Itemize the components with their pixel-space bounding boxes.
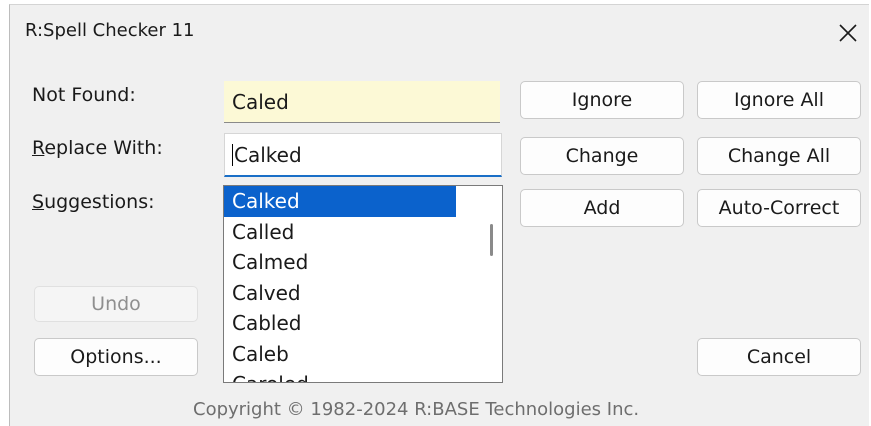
replace-with-value: Calked [234, 143, 302, 167]
text-caret [232, 144, 233, 166]
options-button[interactable]: Options... [34, 338, 198, 376]
cancel-button[interactable]: Cancel [697, 338, 861, 376]
suggestion-item[interactable]: Calked [224, 186, 456, 217]
dialog-title: R:Spell Checker 11 [25, 20, 195, 41]
suggestion-item[interactable]: Called [224, 217, 456, 248]
replace-with-accelerator: R [32, 137, 45, 159]
add-button[interactable]: Add [520, 189, 684, 227]
copyright-text: Copyright © 1982-2024 R:BASE Technologie… [193, 399, 640, 420]
suggestion-item[interactable]: Caleb [224, 339, 456, 370]
screen: R:Spell Checker 11 Not Found: Caled Repl… [0, 0, 871, 426]
change-button[interactable]: Change [520, 137, 684, 175]
ignore-button[interactable]: Ignore [520, 81, 684, 119]
replace-with-input[interactable]: Calked [224, 133, 502, 177]
ignore-all-button[interactable]: Ignore All [697, 81, 861, 119]
suggestion-item[interactable]: Caroled [224, 369, 456, 382]
replace-with-label: Replace With: [32, 137, 163, 159]
list-scrollbar-thumb[interactable] [490, 224, 493, 256]
auto-correct-button[interactable]: Auto-Correct [697, 189, 861, 227]
suggestions-label: Suggestions: [32, 191, 155, 213]
suggestion-item[interactable]: Calmed [224, 247, 456, 278]
suggestions-label-text: uggestions: [44, 191, 155, 213]
spell-checker-dialog: R:Spell Checker 11 Not Found: Caled Repl… [9, 4, 869, 426]
not-found-label: Not Found: [32, 84, 136, 106]
suggestions-accelerator: S [32, 191, 45, 213]
close-button[interactable] [828, 15, 868, 49]
undo-button[interactable]: Undo [34, 286, 198, 322]
replace-with-label-text: eplace With: [44, 137, 163, 159]
suggestions-listbox[interactable]: CalkedCalledCalmedCalvedCabledCalebCarol… [223, 185, 503, 383]
close-icon [839, 24, 857, 42]
suggestion-item[interactable]: Calved [224, 278, 456, 309]
title-bar: R:Spell Checker 11 [10, 5, 869, 59]
not-found-field: Caled [224, 81, 500, 123]
change-all-button[interactable]: Change All [697, 137, 861, 175]
suggestion-item[interactable]: Cabled [224, 308, 456, 339]
